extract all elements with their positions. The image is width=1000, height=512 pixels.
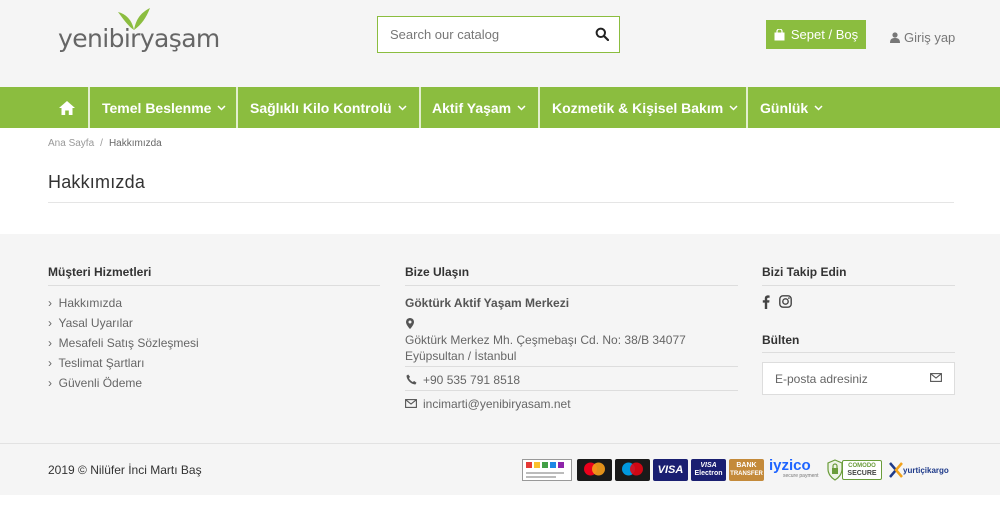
bank-top-text: BANK <box>736 462 757 469</box>
contact-email[interactable]: incimarti@yenibiryasam.net <box>423 397 571 411</box>
breadcrumb-home[interactable]: Ana Sayfa <box>48 138 94 149</box>
maestro-logo-icon <box>615 459 650 481</box>
site-logo[interactable]: yenibiryaşam <box>58 8 228 56</box>
footer-link-mesafeli-satis[interactable]: › Mesafeli Satış Sözleşmesi <box>48 336 199 350</box>
newsletter-rule <box>762 352 955 353</box>
envelope-icon[interactable] <box>930 373 942 382</box>
footer-link-hakkimizda[interactable]: › Hakkımızda <box>48 296 122 310</box>
footer-link-guvenli-odeme[interactable]: › Güvenli Ödeme <box>48 376 142 390</box>
search-input[interactable] <box>378 17 588 52</box>
page-title: Hakkımızda <box>48 172 146 192</box>
nav-divider <box>88 87 90 128</box>
cart-button[interactable]: Sepet / Boş <box>766 20 866 49</box>
footer-link-label: Mesafeli Satış Sözleşmesi <box>58 336 199 350</box>
yurtici-kargo-text: yurtiçikargo <box>903 466 949 475</box>
login-link[interactable]: Giriş yap <box>890 30 955 45</box>
iyzico-text: iyzico <box>769 457 811 474</box>
home-icon <box>59 100 75 115</box>
contact-rule <box>405 285 738 286</box>
breadcrumb-separator: / <box>100 138 103 149</box>
comodo-bottom-text: SECURE <box>847 470 877 477</box>
nav-home[interactable] <box>59 87 75 128</box>
nav-divider <box>419 87 421 128</box>
envelope-icon <box>405 399 417 408</box>
yurtici-kargo-icon <box>889 462 903 478</box>
user-icon <box>890 32 900 43</box>
login-label: Giriş yap <box>904 30 956 45</box>
nav-item-kozmetik[interactable]: Kozmetik & Kişisel Bakım <box>552 87 738 128</box>
trust-seal-icon <box>522 459 572 481</box>
nav-item-label: Kozmetik & Kişisel Bakım <box>552 99 724 116</box>
contact-name: Göktürk Aktif Yaşam Merkezi <box>405 296 570 310</box>
shopping-bag-icon <box>774 28 785 40</box>
nav-divider <box>236 87 238 128</box>
newsletter-heading: Bülten <box>762 333 800 347</box>
facebook-icon[interactable] <box>762 295 770 309</box>
chevron-down-icon <box>398 104 407 111</box>
cart-label: Sepet / Boş <box>790 27 859 42</box>
bank-bottom-text: TRANSFER <box>730 471 763 477</box>
footer-link-label: Yasal Uyarılar <box>58 316 133 330</box>
footer-link-yasal-uyarilar[interactable]: › Yasal Uyarılar <box>48 316 133 330</box>
nav-divider <box>746 87 748 128</box>
breadcrumb: Ana Sayfa / Hakkımızda <box>48 138 162 149</box>
main-nav: Temel Beslenme Sağlıklı Kilo Kontrolü Ak… <box>0 87 1000 128</box>
visa-electron-bottom-text: Electron <box>694 470 723 477</box>
chevron-down-icon <box>729 104 738 111</box>
title-divider <box>48 202 954 203</box>
nav-item-aktif-yasam[interactable]: Aktif Yaşam <box>432 87 526 128</box>
contact-heading: Bize Ulaşın <box>405 265 470 279</box>
header: yenibiryaşam Sepet / Boş Giriş yap <box>0 0 1000 87</box>
newsletter-email-input[interactable] <box>763 363 923 394</box>
iyzico-logo: iyzico secure payment <box>769 458 821 482</box>
chevron-down-icon <box>217 104 226 111</box>
search-icon[interactable] <box>595 27 609 41</box>
comodo-top-text: COMODO <box>848 463 876 469</box>
nav-item-label: Temel Beslenme <box>102 99 212 116</box>
logo-text: yenibiryaşam <box>58 24 220 53</box>
contact-address-line1: Göktürk Merkez Mh. Çeşmebaşı Cd. No: 38/… <box>405 333 686 347</box>
search-box <box>377 16 620 53</box>
nav-item-label: Günlük <box>760 99 809 116</box>
newsletter-box <box>762 362 955 395</box>
nav-item-label: Aktif Yaşam <box>432 99 512 116</box>
contact-rule <box>405 390 738 391</box>
social-heading: Bizi Takip Edin <box>762 265 847 279</box>
instagram-icon[interactable] <box>779 295 792 308</box>
bank-transfer-logo: BANK TRANSFER <box>729 459 764 481</box>
visa-electron-logo: VISA Electron <box>691 459 726 481</box>
mastercard-logo-icon <box>577 459 612 481</box>
footer-link-label: Güvenli Ödeme <box>58 376 143 390</box>
nav-item-gunluk[interactable]: Günlük <box>760 87 823 128</box>
contact-address-line2: Eyüpsultan / İstanbul <box>405 349 517 363</box>
contact-phone[interactable]: +90 535 791 8518 <box>423 373 520 387</box>
footer-link-label: Teslimat Şartları <box>58 356 145 370</box>
services-heading: Müşteri Hizmetleri <box>48 265 152 279</box>
breadcrumb-current: Hakkımızda <box>108 138 162 149</box>
social-rule <box>762 285 955 286</box>
nav-divider <box>538 87 540 128</box>
visa-text: VISA <box>657 464 684 476</box>
map-marker-icon <box>406 318 414 329</box>
chevron-down-icon <box>517 104 526 111</box>
footer-link-teslimat[interactable]: › Teslimat Şartları <box>48 356 144 370</box>
chevron-down-icon <box>814 104 823 111</box>
comodo-shield-icon <box>827 459 843 481</box>
contact-rule <box>405 366 738 367</box>
footer-link-label: Hakkımızda <box>58 296 123 310</box>
phone-icon <box>406 374 417 385</box>
visa-logo: VISA <box>653 459 688 481</box>
copyright: 2019 © Nilüfer İnci Martı Baş <box>48 463 202 477</box>
nav-item-temel-beslenme[interactable]: Temel Beslenme <box>102 87 226 128</box>
nav-item-saglikli-kilo-kontrolu[interactable]: Sağlıklı Kilo Kontrolü <box>250 87 407 128</box>
comodo-secure-logo: COMODO SECURE <box>842 460 882 480</box>
services-rule <box>48 285 380 286</box>
visa-electron-top-text: VISA <box>700 462 717 469</box>
nav-item-label: Sağlıklı Kilo Kontrolü <box>250 99 392 116</box>
